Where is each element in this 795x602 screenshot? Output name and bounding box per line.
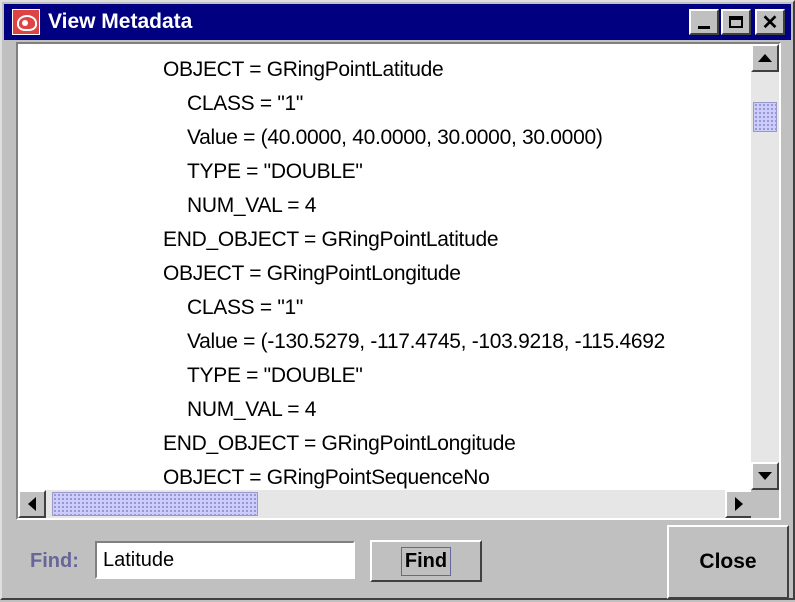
- horizontal-scroll-thumb[interactable]: [52, 492, 258, 516]
- maximize-button[interactable]: [721, 9, 751, 35]
- horizontal-scrollbar[interactable]: [18, 490, 753, 518]
- bottom-panel: Find: Find Close: [2, 520, 795, 602]
- minimize-icon: [698, 25, 710, 29]
- app-icon: [12, 9, 40, 35]
- title-bar[interactable]: View Metadata ✕: [4, 4, 791, 40]
- view-metadata-window: View Metadata ✕ OBJECT = GRingPointLatit…: [0, 0, 795, 600]
- window-title: View Metadata: [48, 10, 193, 33]
- maximize-icon: [729, 16, 743, 28]
- scroll-right-button[interactable]: [725, 490, 753, 518]
- metadata-line: CLASS = "1": [187, 296, 304, 319]
- close-window-button[interactable]: ✕: [755, 9, 785, 35]
- find-input[interactable]: [95, 541, 355, 579]
- metadata-line: Value = (-130.5279, -117.4745, -103.9218…: [187, 330, 665, 353]
- vertical-scrollbar[interactable]: [751, 44, 779, 490]
- metadata-line: OBJECT = GRingPointLatitude: [163, 58, 444, 81]
- arrow-left-icon: [28, 497, 36, 511]
- vertical-scroll-thumb[interactable]: [753, 102, 777, 132]
- metadata-line: Value = (40.0000, 40.0000, 30.0000, 30.0…: [187, 126, 603, 149]
- metadata-line: END_OBJECT = GRingPointLongitude: [163, 432, 516, 455]
- metadata-line: NUM_VAL = 4: [187, 398, 317, 421]
- scroll-up-button[interactable]: [751, 44, 779, 72]
- metadata-line: TYPE = "DOUBLE": [187, 364, 363, 387]
- metadata-line: OBJECT = GRingPointLongitude: [163, 262, 461, 285]
- metadata-line: END_OBJECT = GRingPointLatitude: [163, 228, 499, 251]
- metadata-line: CLASS = "1": [187, 92, 304, 115]
- metadata-viewer: OBJECT = GRingPointLatitude CLASS = "1" Va…: [16, 42, 781, 520]
- scroll-left-button[interactable]: [18, 490, 46, 518]
- arrow-down-icon: [758, 472, 772, 480]
- arrow-up-icon: [758, 54, 772, 62]
- metadata-line: OBJECT = GRingPointSequenceNo: [163, 466, 490, 489]
- metadata-line: NUM_VAL = 4: [187, 194, 317, 217]
- close-button[interactable]: Close: [667, 525, 789, 599]
- find-button-label: Find: [400, 546, 452, 576]
- arrow-right-icon: [735, 497, 743, 511]
- metadata-line: TYPE = "DOUBLE": [187, 160, 363, 183]
- find-button[interactable]: Find: [370, 540, 482, 582]
- minimize-button[interactable]: [689, 9, 719, 35]
- metadata-text-area[interactable]: OBJECT = GRingPointLatitude CLASS = "1" Va…: [18, 44, 753, 490]
- scrollbar-corner: [751, 490, 779, 518]
- scroll-down-button[interactable]: [751, 462, 779, 490]
- find-label: Find:: [30, 550, 79, 572]
- close-icon: ✕: [761, 11, 779, 34]
